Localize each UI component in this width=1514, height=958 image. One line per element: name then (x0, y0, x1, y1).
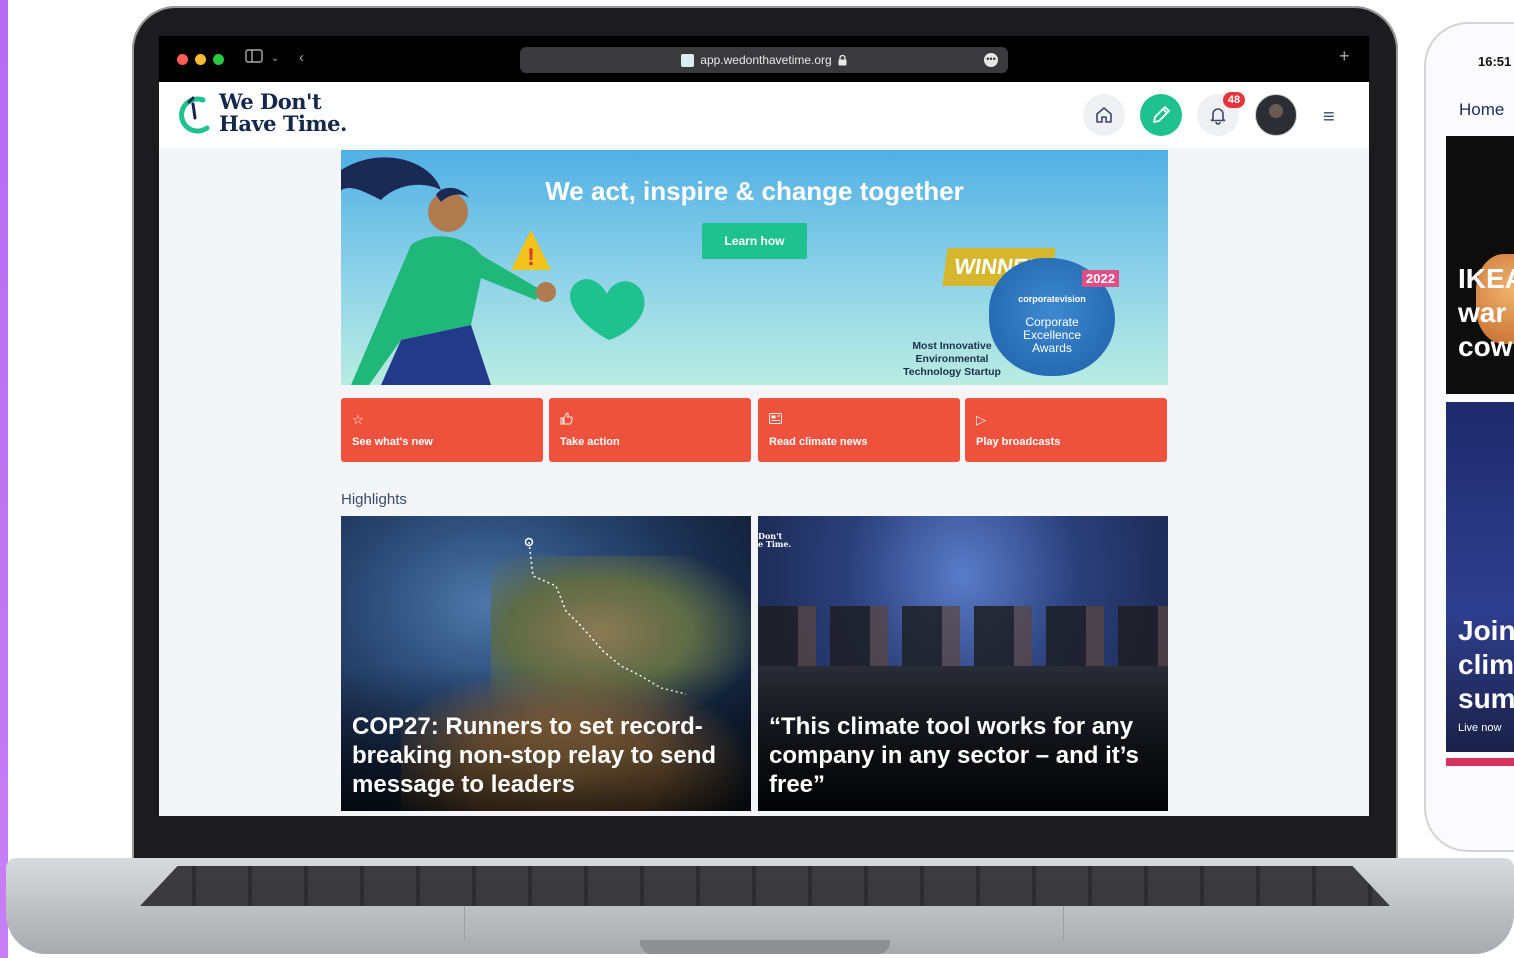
hero-banner: ! We act, inspire & change together Lear… (341, 150, 1168, 385)
award-year-badge: 2022 (1082, 270, 1119, 287)
bell-icon (1210, 108, 1226, 125)
quick-action-label: Play broadcasts (976, 436, 1061, 448)
browser-toolbar: ⌄ ‹ app.wedonthavetime.org ••• + (159, 36, 1369, 82)
award-category: Most Innovative Environmental Technology… (889, 340, 1015, 379)
app-header: We Don't Have Time. 48 ≡ (159, 82, 1369, 148)
svg-text:!: ! (527, 244, 535, 271)
card-watermark-line-2: e Time. (758, 539, 792, 549)
phone-story-2-line-2: clim (1458, 649, 1514, 680)
phone-story-headline-2: Join clim sum (1458, 614, 1514, 716)
quick-action-label: See what's new (352, 436, 433, 448)
phone-story-2-line-3: sum (1458, 683, 1514, 714)
highlight-card-cop27[interactable]: COP27: Runners to set record-breaking no… (341, 516, 751, 811)
phone-live-label: Live now (1458, 722, 1502, 734)
see-whats-new-button[interactable]: ☆ See what's new (341, 398, 543, 462)
play-icon: ▷ (976, 412, 986, 427)
url-text: app.wedonthavetime.org (700, 53, 832, 67)
award-brand: corporatevision (1018, 294, 1086, 304)
notification-count-badge: 48 (1223, 92, 1245, 108)
highlight-card-climate-tool[interactable]: Don't e Time. “This climate tool works f… (758, 516, 1168, 811)
phone-story-1-line-3: cow (1458, 331, 1513, 362)
laptop-keyboard (140, 866, 1390, 906)
card-headline: “This climate tool works for any company… (769, 713, 1139, 798)
card-headline: COP27: Runners to set record-breaking no… (352, 713, 717, 798)
award-category-line-1: Most Innovative (912, 340, 992, 352)
phone-status-time: 16:51 (1478, 54, 1512, 69)
logo-line-2: Have Time. (219, 111, 347, 136)
user-avatar[interactable] (1255, 94, 1297, 136)
phone-story-2-line-1: Join (1458, 615, 1514, 646)
lock-icon (838, 54, 847, 65)
back-arrow-icon[interactable]: ‹ (299, 49, 304, 66)
quick-action-label: Read climate news (769, 436, 868, 448)
quick-action-label: Take action (560, 436, 620, 448)
home-button[interactable] (1083, 94, 1125, 136)
laptop-hinge (640, 940, 890, 954)
award-category-line-2: Environmental (915, 353, 989, 365)
highlights-heading: Highlights (341, 491, 407, 508)
newspaper-icon (769, 412, 782, 427)
phone-home-tab[interactable]: Home (1459, 100, 1504, 120)
pencil-icon (1153, 106, 1170, 123)
chevron-down-icon[interactable]: ⌄ (271, 53, 279, 64)
phone-progress-bar (1446, 758, 1514, 766)
play-broadcasts-button[interactable]: ▷ Play broadcasts (965, 398, 1167, 462)
hero-title: We act, inspire & change together (545, 176, 964, 206)
minimize-window-button[interactable] (195, 54, 206, 65)
zoom-window-button[interactable] (213, 54, 224, 65)
menu-icon[interactable]: ≡ (1323, 106, 1335, 129)
more-options-button[interactable]: ••• (984, 53, 998, 67)
logo-wordmark[interactable]: We Don't Have Time. (219, 91, 347, 135)
card-watermark: Don't e Time. (758, 532, 791, 548)
learn-how-button[interactable]: Learn how (702, 223, 807, 259)
address-bar[interactable]: app.wedonthavetime.org ••• (520, 47, 1008, 73)
create-post-button[interactable] (1140, 94, 1182, 136)
read-climate-news-button[interactable]: Read climate news (758, 398, 960, 462)
new-tab-button[interactable]: + (1339, 46, 1350, 67)
background-edge (0, 0, 8, 958)
laptop-trackpad (464, 906, 1064, 940)
thumbs-up-icon (560, 412, 573, 428)
product-mockup: ⌄ ‹ app.wedonthavetime.org ••• + We Don'… (0, 0, 1514, 958)
close-window-button[interactable] (177, 54, 188, 65)
star-icon: ☆ (352, 412, 364, 427)
logo-clock-icon[interactable] (173, 90, 213, 138)
favicon-icon (681, 53, 695, 67)
phone-mockup: 16:51 Home IKEA war cow Join clim sum Li… (1424, 22, 1514, 852)
logo-line-1: We Don't (219, 89, 322, 114)
phone-story-1-line-1: IKEA (1458, 263, 1514, 294)
sidebar-toggle-icon[interactable] (245, 49, 263, 67)
home-icon (1096, 107, 1112, 123)
take-action-button[interactable]: Take action (549, 398, 751, 462)
laptop-screen: ⌄ ‹ app.wedonthavetime.org ••• + We Don'… (159, 36, 1369, 816)
phone-story-headline-1: IKEA war cow (1458, 262, 1514, 364)
phone-story-1-line-2: war (1458, 297, 1507, 328)
award-category-line-3: Technology Startup (903, 366, 1001, 378)
